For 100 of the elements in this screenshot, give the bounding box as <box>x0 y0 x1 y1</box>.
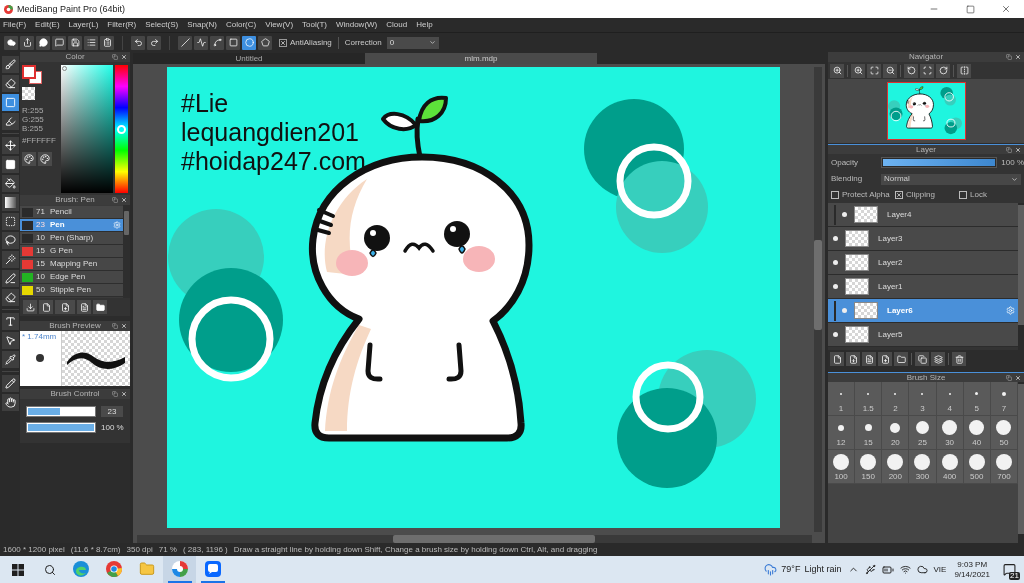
brush-list-item[interactable]: 10 Edge Pen <box>20 271 123 284</box>
redo-button[interactable] <box>147 35 161 50</box>
close-panel-icon[interactable] <box>1015 146 1021 153</box>
float-panel-icon[interactable] <box>112 54 118 60</box>
menu-item[interactable]: Cloud <box>386 21 408 29</box>
horizontal-scrollbar[interactable] <box>137 535 812 543</box>
brush-list-item[interactable]: 10 Pen (Sharp) <box>20 232 123 245</box>
select-pen-tool[interactable] <box>1 270 19 287</box>
checkbox[interactable] <box>895 191 903 199</box>
brush-menu-button[interactable] <box>55 300 75 314</box>
transparent-color-swatch[interactable] <box>22 87 35 100</box>
menu-item[interactable]: Filter(R) <box>107 21 137 29</box>
brush-list-item[interactable]: 50 Stipple Pen <box>20 284 123 297</box>
input-language[interactable]: VIE <box>933 565 947 574</box>
brush-size-option[interactable]: 1 <box>828 382 856 416</box>
brush-size-option[interactable]: 300 <box>909 450 937 484</box>
close-panel-icon[interactable] <box>121 391 127 397</box>
rotate-right-button[interactable] <box>936 63 950 78</box>
wifi-icon[interactable] <box>899 564 911 575</box>
stroke-tool[interactable] <box>1 113 19 130</box>
scrollbar-thumb[interactable] <box>1018 205 1024 325</box>
close-panel-icon[interactable] <box>1015 54 1021 60</box>
share-button[interactable] <box>20 35 34 50</box>
brush-size-option[interactable]: 5 <box>963 382 991 416</box>
trash-button[interactable] <box>952 352 966 366</box>
float-panel-icon[interactable] <box>112 391 118 397</box>
cloud-download-button[interactable] <box>23 300 37 314</box>
palette-button[interactable] <box>38 152 52 166</box>
layer-row[interactable]: Layer5 <box>828 323 1018 347</box>
new-layer-button[interactable] <box>830 352 844 366</box>
select-eraser-tool[interactable] <box>1 289 19 306</box>
save-button[interactable] <box>68 35 82 50</box>
menu-item[interactable]: Window(W) <box>335 21 378 29</box>
document-button[interactable] <box>862 352 876 366</box>
brush-size-option[interactable]: 3 <box>909 382 937 416</box>
checkbox[interactable] <box>279 38 287 47</box>
polyline-button[interactable] <box>194 35 208 50</box>
close-panel-icon[interactable] <box>121 197 127 203</box>
menu-item[interactable]: Layer(L) <box>68 21 99 29</box>
correction-dropdown[interactable]: 0 <box>386 36 439 49</box>
battery-icon[interactable] <box>881 563 894 576</box>
brush-size-option[interactable]: 4 <box>936 382 964 416</box>
brush-size-option[interactable]: 2 <box>882 382 910 416</box>
eyedropper-tool[interactable] <box>1 351 19 368</box>
usb-icon[interactable] <box>864 564 876 575</box>
hand-tool[interactable] <box>1 394 19 411</box>
brush-list-item[interactable]: 71 Pencil <box>20 206 123 219</box>
vertical-scrollbar[interactable] <box>814 67 822 532</box>
undo-button[interactable] <box>131 35 145 50</box>
checkbox[interactable] <box>831 191 839 199</box>
divide-tool[interactable] <box>1 375 19 392</box>
color-swatches-icon[interactable] <box>22 65 42 84</box>
brush-size-slider[interactable] <box>26 406 96 417</box>
brush-size-option[interactable]: 15 <box>855 416 883 450</box>
add-layer-button[interactable] <box>878 352 892 366</box>
scrollbar-thumb[interactable] <box>124 211 129 235</box>
brush-size-option[interactable]: 20 <box>882 416 910 450</box>
text-tool[interactable] <box>1 313 19 330</box>
clock-time[interactable]: 9:03 PM <box>957 560 988 569</box>
flip-horizontal-button[interactable] <box>957 63 971 78</box>
rotate-left-button[interactable] <box>904 63 918 78</box>
fill-tool[interactable] <box>1 156 19 173</box>
float-panel-icon[interactable] <box>1006 146 1012 153</box>
scrollbar-thumb[interactable] <box>393 535 595 543</box>
rectangle-button[interactable] <box>226 35 240 50</box>
gradient-tool[interactable] <box>1 194 19 211</box>
brush-size-option[interactable]: 7 <box>990 382 1018 416</box>
blending-dropdown[interactable]: Normal <box>881 173 1021 185</box>
scrollbar-thumb[interactable] <box>814 240 822 330</box>
brush-size-option[interactable]: 150 <box>855 450 883 484</box>
frame-button[interactable] <box>920 63 934 78</box>
close-panel-icon[interactable] <box>121 323 127 329</box>
brush-size-option[interactable]: 700 <box>990 450 1018 484</box>
layers-button[interactable] <box>931 352 945 366</box>
wand-tool[interactable] <box>1 251 19 268</box>
edit-brush-button[interactable] <box>77 300 91 314</box>
brush-list-item[interactable]: 15 G Pen <box>20 245 123 258</box>
brush-size-field[interactable]: 23 <box>101 406 123 417</box>
brush-size-option[interactable]: 500 <box>963 450 991 484</box>
operation-tool[interactable] <box>1 332 19 349</box>
checkbox[interactable] <box>959 191 967 199</box>
zoom-out-button[interactable] <box>883 63 897 78</box>
zoom-in-button[interactable] <box>851 63 865 78</box>
close-panel-icon[interactable] <box>121 54 127 60</box>
cloud-icon[interactable] <box>916 564 928 575</box>
float-panel-icon[interactable] <box>112 197 118 203</box>
layer-row[interactable]: Layer2 <box>828 251 1018 275</box>
vertical-scrollbar[interactable] <box>1018 203 1024 350</box>
lasso-tool[interactable] <box>1 232 19 249</box>
zoom-in-button[interactable] <box>830 63 844 78</box>
duplicate-button[interactable] <box>915 352 929 366</box>
hue-slider[interactable] <box>115 65 128 193</box>
color-gradient-field[interactable] <box>61 65 113 193</box>
eraser-tool[interactable] <box>1 75 19 92</box>
brush-size-option[interactable]: 40 <box>963 416 991 450</box>
menu-item[interactable]: Snap(N) <box>187 21 217 29</box>
menu-item[interactable]: Tool(T) <box>302 21 327 29</box>
float-panel-icon[interactable] <box>1006 374 1012 381</box>
move-tool[interactable] <box>1 137 19 154</box>
layer-row[interactable]: Layer1 <box>828 275 1018 299</box>
